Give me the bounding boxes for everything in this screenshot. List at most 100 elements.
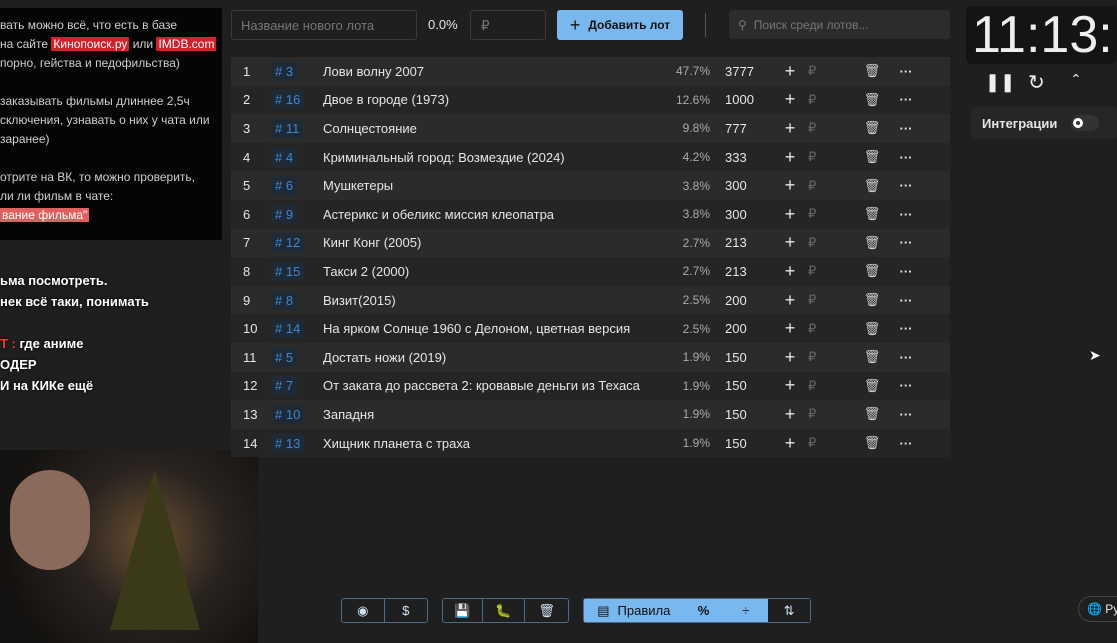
bug-icon[interactable]: 🐛	[483, 599, 526, 622]
ruble-icon[interactable]: ₽	[804, 349, 852, 365]
ruble-icon[interactable]: ₽	[804, 435, 852, 451]
more-icon[interactable]: ···	[892, 235, 920, 250]
lot-amount: 300	[725, 206, 747, 222]
more-icon[interactable]: ···	[892, 378, 920, 393]
more-icon[interactable]: ···	[892, 121, 920, 136]
rules-line: заранее)	[0, 130, 222, 149]
more-icon[interactable]: ···	[892, 178, 920, 193]
add-amount-icon[interactable]: +	[776, 261, 804, 282]
more-icon[interactable]: ···	[892, 150, 920, 165]
add-amount-icon[interactable]: +	[776, 61, 804, 82]
ruble-icon[interactable]: ₽	[804, 292, 852, 308]
trash-icon[interactable]: 🗑	[852, 406, 892, 422]
trash-icon[interactable]: 🗑	[852, 292, 892, 308]
lot-percent: 47.7%	[675, 64, 710, 79]
chat-message	[0, 312, 240, 333]
add-amount-icon[interactable]: +	[776, 433, 804, 454]
sort-icon[interactable]: ⇅	[768, 599, 810, 622]
ruble-icon[interactable]: ₽	[804, 92, 852, 108]
more-icon[interactable]: ···	[892, 293, 920, 308]
trash-icon[interactable]: 🗑	[852, 435, 892, 451]
more-icon[interactable]: ···	[892, 350, 920, 365]
trash-icon[interactable]: 🗑	[852, 63, 892, 79]
plus-icon: +	[569, 14, 581, 35]
add-amount-icon[interactable]: +	[776, 318, 804, 339]
ruble-icon[interactable]: ₽	[804, 149, 852, 165]
lot-title: Двое в городе (1973)	[323, 92, 450, 108]
integrations-toggle[interactable]	[1071, 115, 1100, 131]
trash-icon[interactable]: 🗑	[852, 321, 892, 337]
lot-amount: 3777	[725, 63, 754, 79]
trash-icon[interactable]: 🗑	[852, 206, 892, 222]
trash-icon[interactable]: 🗑	[852, 378, 892, 394]
ruble-icon[interactable]: ₽	[804, 321, 852, 337]
lot-row: 2 # 16 Двое в городе (1973) 12.6% 1000 + ₽ 🗑 ···	[231, 85, 950, 115]
trash-icon[interactable]: 🗑	[852, 349, 892, 365]
more-icon[interactable]: ···	[892, 436, 920, 451]
clear-icon[interactable]: 🗑	[525, 599, 568, 622]
rules-icon: ▤	[597, 602, 610, 618]
add-amount-icon[interactable]: +	[776, 118, 804, 139]
add-amount-icon[interactable]: +	[776, 147, 804, 168]
more-icon[interactable]: ···	[892, 321, 920, 336]
lot-title: На ярком Солнце 1960 с Делоном, цветная …	[323, 321, 631, 337]
lot-number: 7	[243, 235, 251, 251]
chat-message: ОДЕР	[0, 357, 37, 372]
add-amount-icon[interactable]: +	[776, 404, 804, 425]
lot-percent: 2.5%	[682, 321, 710, 336]
ruble-icon[interactable]: ₽	[804, 63, 852, 79]
add-amount-icon[interactable]: +	[776, 375, 804, 396]
more-icon[interactable]: ···	[892, 207, 920, 222]
language-label: Ру	[1105, 602, 1117, 616]
language-button[interactable]: 🌐 Ру	[1078, 596, 1117, 622]
trash-icon[interactable]: 🗑	[852, 120, 892, 136]
more-icon[interactable]: ···	[892, 264, 920, 279]
ruble-icon[interactable]: ₽	[804, 235, 852, 251]
reset-icon[interactable]: ↻	[1028, 70, 1045, 95]
trash-icon[interactable]: 🗑	[852, 92, 892, 108]
lot-percent: 3.8%	[682, 178, 710, 193]
ruble-icon[interactable]: ₽	[804, 263, 852, 279]
donate-button[interactable]: $	[385, 599, 428, 622]
lot-id-badge: # 4	[271, 147, 323, 167]
chat-message: И на КИКе ещё	[0, 378, 94, 393]
more-icon[interactable]: ···	[892, 407, 920, 422]
percent-button[interactable]: %	[683, 599, 724, 622]
trash-icon[interactable]: 🗑	[852, 263, 892, 279]
add-amount-icon[interactable]: +	[776, 232, 804, 253]
trash-icon[interactable]: 🗑	[852, 149, 892, 165]
pause-icon[interactable]: ❚❚	[985, 72, 1015, 93]
github-icon[interactable]: ◉	[342, 599, 385, 622]
add-amount-icon[interactable]: +	[776, 290, 804, 311]
ruble-icon[interactable]: ₽	[804, 406, 852, 422]
trash-icon[interactable]: 🗑	[852, 235, 892, 251]
add-amount-icon[interactable]: +	[776, 175, 804, 196]
divide-icon[interactable]: ÷	[723, 599, 769, 622]
integrations-panel: Интеграции	[971, 107, 1117, 139]
lot-number: 10	[243, 321, 258, 337]
search-input[interactable]: ⚲ Поиск среди лотов...	[729, 10, 950, 39]
chevron-up-icon[interactable]: ˆ	[1073, 72, 1079, 93]
trash-icon[interactable]: 🗑	[852, 178, 892, 194]
lot-id: # 14	[271, 319, 305, 339]
ruble-icon[interactable]: ₽	[804, 120, 852, 136]
new-lot-amount-input[interactable]	[470, 10, 546, 40]
rules-button[interactable]: ▤ Правила	[584, 599, 684, 622]
rules-line: вание фильма"	[0, 206, 222, 225]
add-lot-button[interactable]: + Добавить лот	[557, 10, 683, 40]
add-amount-icon[interactable]: +	[776, 204, 804, 225]
add-amount-icon[interactable]: +	[776, 89, 804, 110]
chat-message: ьма посмотреть.	[0, 273, 108, 288]
add-amount-icon[interactable]: +	[776, 347, 804, 368]
lot-percent: 1.9%	[682, 378, 710, 393]
ruble-icon[interactable]: ₽	[804, 378, 852, 394]
ruble-icon[interactable]: ₽	[804, 178, 852, 194]
lot-percent: 12.6%	[675, 92, 710, 107]
more-icon[interactable]: ···	[892, 64, 920, 79]
new-lot-name-input[interactable]	[231, 10, 417, 40]
lot-id: # 7	[271, 376, 298, 396]
more-icon[interactable]: ···	[892, 92, 920, 107]
save-icon[interactable]: 💾	[443, 599, 483, 622]
lot-id: # 12	[271, 233, 305, 253]
ruble-icon[interactable]: ₽	[804, 206, 852, 222]
